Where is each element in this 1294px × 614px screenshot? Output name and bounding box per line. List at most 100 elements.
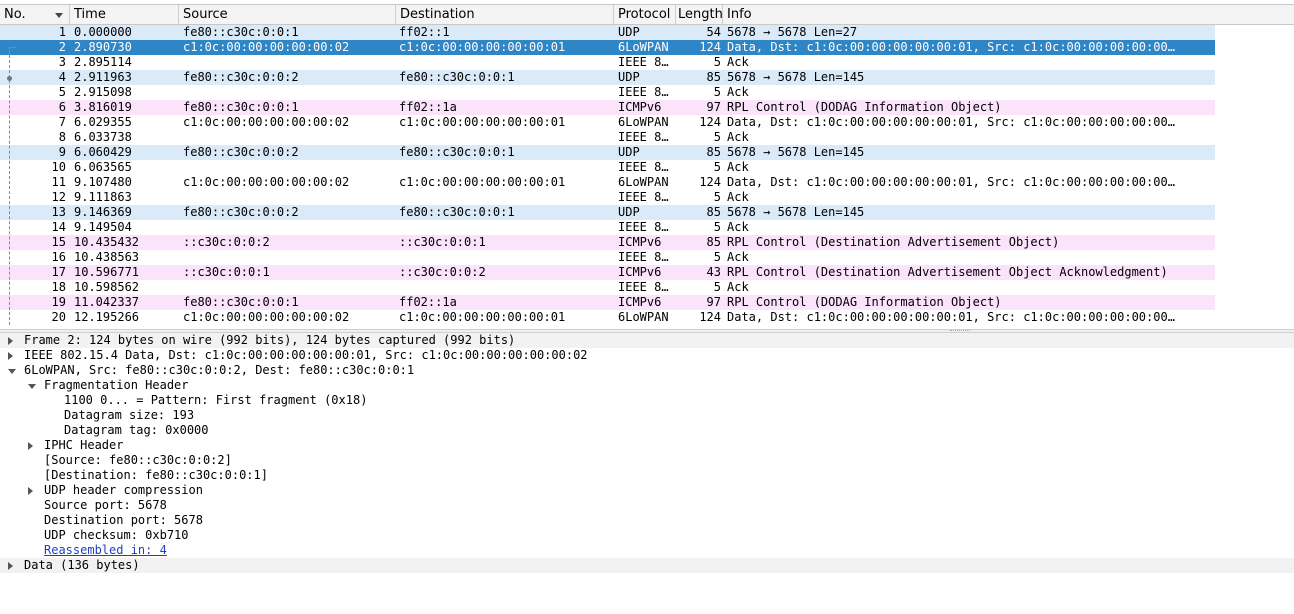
detail-tree-label: 1100 0... = Pattern: First fragment (0x1… [64,393,368,407]
column-label-protocol: Protocol [618,7,671,22]
packet-cell-length: 124 [699,310,721,324]
packet-row[interactable]: 2 2.890730 c1:0c:00:00:00:00:00:02 c1:0c:00… [0,40,1215,55]
packet-cell-length: 5 [713,55,721,69]
packet-list-pane[interactable]: No. Time Source Destination Protocol Len… [0,0,1294,329]
sort-descending-icon [55,13,63,18]
expand-arrow-icon[interactable] [28,442,33,450]
packet-cell-protocol: IEEE 8… [618,220,669,234]
packet-row[interactable]: 20 12.195266 c1:0c:00:00:00:00:00:02 c1:0c:… [0,310,1215,325]
packet-cell-time: 2.895114 [74,55,132,69]
packet-row[interactable]: 4 2.911963 fe80::c30c:0:0:2 fe80::c30c:0:0:… [0,70,1215,85]
detail-tree-item[interactable]: IPHC Header [0,438,1294,453]
packet-cell-protocol: IEEE 8… [618,190,669,204]
column-header-time[interactable]: Time [70,5,179,25]
packet-cell-protocol: IEEE 8… [618,55,669,69]
detail-tree-label: Datagram size: 193 [64,408,195,422]
packet-row[interactable]: 11 9.107480 c1:0c:00:00:00:00:00:02 c1:0c:0… [0,175,1215,190]
expand-arrow-icon[interactable] [8,337,13,345]
packet-row[interactable]: 7 6.029355 c1:0c:00:00:00:00:00:02 c1:0c:00… [0,115,1215,130]
packet-cell-info: Ack [727,85,749,99]
detail-tree-item[interactable]: Fragmentation Header [0,378,1294,393]
packet-cell-length: 85 [706,235,721,249]
detail-tree-item[interactable]: [Destination: fe80::c30c:0:0:1] [0,468,1294,483]
column-header-protocol[interactable]: Protocol [614,5,676,25]
expand-arrow-icon[interactable] [28,487,33,495]
detail-tree-item[interactable]: IEEE 802.15.4 Data, Dst: c1:0c:00:00:00:… [0,348,1294,363]
packet-cell-time: 10.598562 [74,280,140,294]
packet-cell-length: 5 [713,160,721,174]
packet-list-header: No. Time Source Destination Protocol Len… [0,4,1294,25]
packet-cell-time: 6.033738 [74,130,132,144]
packet-row[interactable]: 6 3.816019 fe80::c30c:0:0:1 ff02::1a ICMPv6 9… [0,100,1215,115]
collapse-arrow-icon[interactable] [28,384,36,389]
packet-cell-time: 9.107480 [74,175,132,189]
packet-cell-length: 85 [706,205,721,219]
packet-cell-protocol: ICMPv6 [618,295,662,309]
packet-cell-destination: c1:0c:00:00:00:00:00:01 [399,40,566,54]
column-header-info[interactable]: Info [723,5,1294,25]
packet-cell-source: c1:0c:00:00:00:00:00:02 [183,115,350,129]
packet-cell-length: 5 [713,85,721,99]
packet-details-pane[interactable]: Frame 2: 124 bytes on wire (992 bits), 1… [0,333,1294,614]
detail-tree-item[interactable]: Datagram tag: 0x0000 [0,423,1294,438]
packet-cell-info: Data, Dst: c1:0c:00:00:00:00:00:01, Src:… [727,115,1175,129]
packet-cell-length: 85 [706,70,721,84]
packet-row[interactable]: 18 10.598562 IEEE 8… 5 Ack [0,280,1215,295]
related-packet-start-marker [9,47,16,48]
detail-tree-item[interactable]: Data (136 bytes) [0,558,1294,573]
detail-tree-item[interactable]: Frame 2: 124 bytes on wire (992 bits), 1… [0,333,1294,348]
packet-cell-time: 3.816019 [74,100,132,114]
packet-row[interactable]: 3 2.895114 IEEE 8… 5 Ack [0,55,1215,70]
column-header-no[interactable]: No. [0,5,70,25]
packet-row[interactable]: 14 9.149504 IEEE 8… 5 Ack [0,220,1215,235]
packet-cell-time: 10.435432 [74,235,140,249]
detail-tree-item[interactable]: Destination port: 5678 [0,513,1294,528]
detail-tree-item[interactable]: Reassembled in: 4 [0,543,1294,558]
packet-cell-length: 97 [706,295,721,309]
column-header-length[interactable]: Length [676,5,723,25]
packet-cell-protocol: ICMPv6 [618,100,662,114]
detail-tree-item[interactable]: 1100 0... = Pattern: First fragment (0x1… [0,393,1294,408]
packet-row[interactable]: 8 6.033738 IEEE 8… 5 Ack [0,130,1215,145]
detail-tree-item[interactable]: Source port: 5678 [0,498,1294,513]
packet-cell-protocol: 6LoWPAN [618,115,669,129]
detail-tree-item[interactable]: [Source: fe80::c30c:0:0:2] [0,453,1294,468]
expand-arrow-icon[interactable] [8,562,13,570]
packet-row[interactable]: 19 11.042337 fe80::c30c:0:0:1 ff02::1a ICMPv… [0,295,1215,310]
packet-cell-source: ::c30c:0:0:2 [183,235,270,249]
column-header-source[interactable]: Source [179,5,396,25]
detail-tree-label: 6LoWPAN, Src: fe80::c30c:0:0:2, Dest: fe… [24,363,415,377]
packet-cell-destination: c1:0c:00:00:00:00:00:01 [399,175,566,189]
packet-cell-length: 85 [706,145,721,159]
packet-cell-time: 2.915098 [74,85,132,99]
related-packet-line [9,47,10,55]
packet-row[interactable]: 15 10.435432::c30c:0:0:2::c30c:0:0:1 ICMPv… [0,235,1215,250]
detail-tree-item[interactable]: 6LoWPAN, Src: fe80::c30c:0:0:2, Dest: fe… [0,363,1294,378]
detail-tree-item[interactable]: UDP header compression [0,483,1294,498]
packet-cell-source: c1:0c:00:00:00:00:00:02 [183,40,350,54]
packet-cell-time: 2.911963 [74,70,132,84]
packet-cell-source: ::c30c:0:0:1 [183,265,270,279]
packet-row[interactable]: 1 0.000000 fe80::c30c:0:0:1 ff02::1 UDP 54 567… [0,25,1215,40]
packet-row[interactable]: 10 6.063565 IEEE 8… 5 Ack [0,160,1215,175]
packet-row[interactable]: 12 9.111863 IEEE 8… 5 Ack [0,190,1215,205]
packet-cell-source: fe80::c30c:0:0:2 [183,205,299,219]
column-label-destination: Destination [400,7,475,22]
packet-cell-info: RPL Control (Destination Advertisement O… [727,235,1060,249]
packet-row[interactable]: 17 10.596771::c30c:0:0:1::c30c:0:0:2 ICMPv… [0,265,1215,280]
packet-row[interactable]: 5 2.915098 IEEE 8… 5 Ack [0,85,1215,100]
reassembled-link[interactable]: Reassembled in: 4 [44,543,167,558]
packet-row[interactable]: 9 6.060429 fe80::c30c:0:0:2 fe80::c30c:0:0:… [0,145,1215,160]
packet-cell-info: RPL Control (DODAG Information Object) [727,295,1002,309]
collapse-arrow-icon[interactable] [8,369,16,374]
packet-cell-info: Ack [727,55,749,69]
packet-row[interactable]: 13 9.146369 fe80::c30c:0:0:2 fe80::c30c:0:0… [0,205,1215,220]
detail-tree-item[interactable]: UDP checksum: 0xb710 [0,528,1294,543]
packet-cell-time: 9.146369 [74,205,132,219]
expand-arrow-icon[interactable] [8,352,13,360]
packet-cell-length: 5 [713,250,721,264]
packet-row[interactable]: 16 10.438563 IEEE 8… 5 Ack [0,250,1215,265]
packet-cell-length: 5 [713,220,721,234]
column-header-destination[interactable]: Destination [396,5,614,25]
detail-tree-item[interactable]: Datagram size: 193 [0,408,1294,423]
